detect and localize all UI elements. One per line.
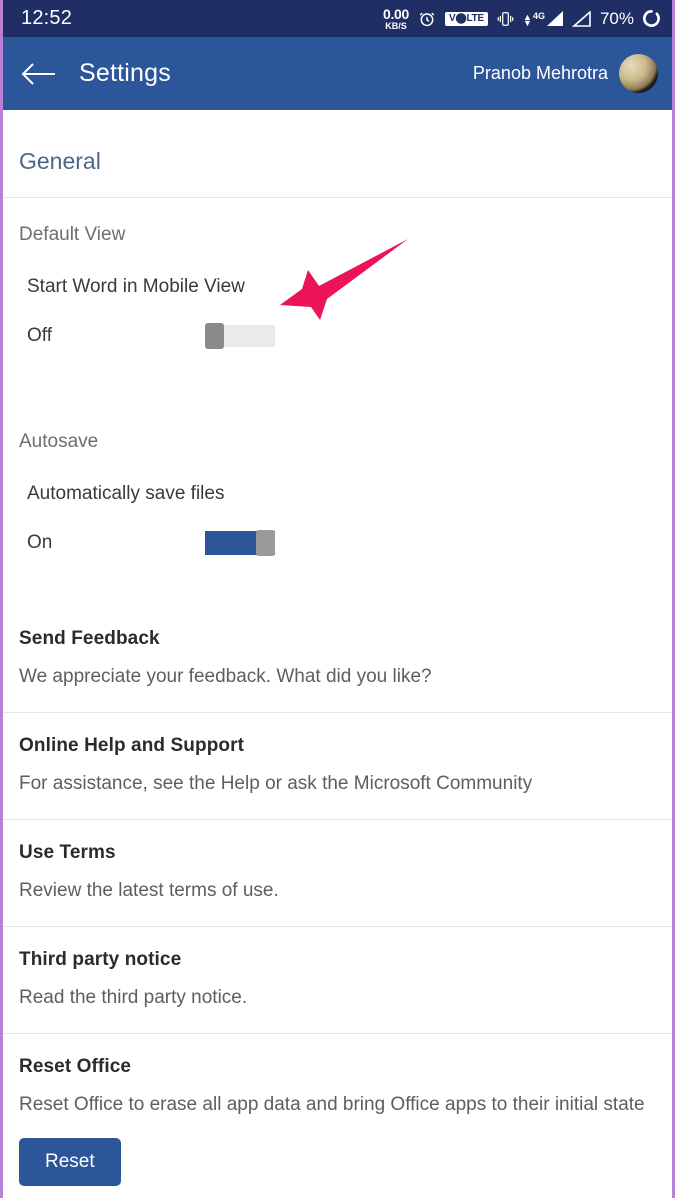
data-transfer-arrows-icon: ▲ ▼ (523, 12, 532, 28)
status-bar: 12:52 0.00 KB/S V⬤LTE ▲ ▼ 4G 70% (3, 0, 672, 37)
toggle-row-automatically-save-files: On (19, 505, 672, 556)
app-bar: Settings Pranob Mehrotra (3, 37, 672, 110)
network-type-label: 4G (532, 11, 545, 21)
automatically-save-files-toggle[interactable] (205, 530, 275, 556)
settings-content: General Default View Start Word in Mobil… (3, 110, 672, 1198)
list-item-online-help-and-support[interactable]: Online Help and Support For assistance, … (3, 713, 672, 819)
back-arrow-icon[interactable] (21, 61, 57, 87)
volte-badge: V⬤LTE (445, 11, 489, 26)
toggle-thumb (205, 323, 224, 349)
settings-group-default-view: Default View Start Word in Mobile View O… (3, 198, 672, 349)
page-title: Settings (79, 59, 171, 87)
list-item-title: Reset Office (19, 1056, 132, 1077)
list-item-title: Use Terms (19, 842, 116, 863)
section-title-general: General (19, 148, 101, 174)
list-item-description: Read the third party notice. (19, 987, 248, 1008)
list-item-description: Review the latest terms of use. (19, 880, 279, 901)
settings-group-autosave: Autosave Automatically save files On (3, 349, 672, 556)
setting-label-automatically-save-files: Automatically save files (27, 483, 225, 504)
list-item-third-party-notice[interactable]: Third party notice Read the third party … (3, 927, 672, 1033)
network-speed-unit: KB/S (385, 20, 407, 31)
setting-label-start-word-mobile-view: Start Word in Mobile View (27, 276, 245, 297)
toggle-state-label: On (27, 532, 53, 553)
network-speed-indicator: 0.00 KB/S (383, 7, 409, 31)
status-bar-icons: 0.00 KB/S V⬤LTE ▲ ▼ 4G 70% (383, 7, 660, 31)
toggle-thumb (256, 530, 275, 556)
list-item-title: Online Help and Support (19, 735, 245, 756)
list-item-description: We appreciate your feedback. What did yo… (19, 666, 432, 687)
toggle-state-label: Off (27, 325, 52, 346)
account-button[interactable]: Pranob Mehrotra (473, 54, 658, 93)
list-item-reset-office: Reset Office Reset Office to erase all a… (3, 1034, 672, 1198)
vibrate-icon (497, 10, 514, 28)
signal-bars-icon (546, 11, 563, 26)
clock-time: 12:52 (21, 7, 73, 29)
account-name-label: Pranob Mehrotra (472, 63, 608, 83)
battery-circle-icon (643, 10, 660, 27)
list-item-description: Reset Office to erase all app data and b… (19, 1094, 645, 1115)
group-label: Default View (19, 224, 126, 245)
user-avatar[interactable] (619, 54, 658, 93)
signal-bars-icon-2 (571, 10, 591, 27)
list-item-title: Third party notice (19, 949, 182, 970)
signal-indicator-primary: ▲ ▼ 4G (523, 11, 563, 28)
network-speed-value: 0.00 (382, 5, 410, 22)
group-label: Autosave (19, 431, 99, 452)
battery-percent-label: 70% (599, 8, 634, 28)
list-item-title: Send Feedback (19, 628, 160, 649)
alarm-clock-icon (418, 10, 436, 28)
list-item-use-terms[interactable]: Use Terms Review the latest terms of use… (3, 820, 672, 926)
start-word-in-mobile-view-toggle[interactable] (205, 323, 275, 349)
phone-screen: 12:52 0.00 KB/S V⬤LTE ▲ ▼ 4G 70% Setting… (0, 0, 675, 1198)
reset-button[interactable]: Reset (19, 1138, 121, 1186)
list-item-send-feedback[interactable]: Send Feedback We appreciate your feedbac… (3, 606, 672, 712)
toggle-row-start-word-mobile-view: Off (19, 298, 672, 349)
list-item-description: For assistance, see the Help or ask the … (19, 773, 533, 794)
